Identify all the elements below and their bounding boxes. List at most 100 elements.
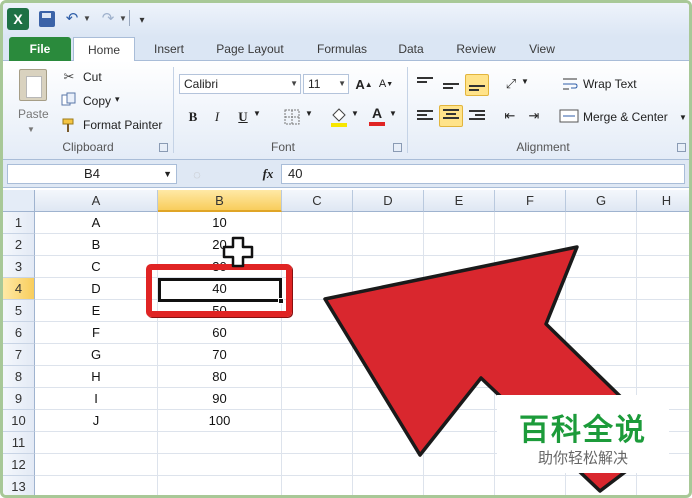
cell-g8[interactable] [566, 366, 637, 388]
cell-b12[interactable] [158, 454, 282, 476]
italic-button[interactable]: I [207, 107, 227, 127]
cell-e11[interactable] [424, 432, 495, 454]
cell-g1[interactable] [566, 212, 637, 234]
cell-b8[interactable]: 80 [158, 366, 282, 388]
row-header-6[interactable]: 6 [3, 322, 35, 344]
alignment-launcher-icon[interactable] [677, 143, 686, 152]
cell-f4[interactable] [495, 278, 566, 300]
cell-f7[interactable] [495, 344, 566, 366]
font-launcher-icon[interactable] [393, 143, 402, 152]
column-header-d[interactable]: D [353, 190, 424, 212]
cell-a13[interactable] [35, 476, 158, 495]
cell-c3[interactable] [282, 256, 353, 278]
column-header-e[interactable]: E [424, 190, 495, 212]
grow-font-icon[interactable]: A ▲ [355, 75, 373, 93]
cell-f13[interactable] [495, 476, 566, 495]
cell-b1[interactable]: 10 [158, 212, 282, 234]
row-header-11[interactable]: 11 [3, 432, 35, 454]
cell-b2[interactable]: 20 [158, 234, 282, 256]
cell-a7[interactable]: G [35, 344, 158, 366]
cell-a10[interactable]: J [35, 410, 158, 432]
cell-h5[interactable] [637, 300, 689, 322]
cell-a12[interactable] [35, 454, 158, 476]
cell-e2[interactable] [424, 234, 495, 256]
row-header-3[interactable]: 3 [3, 256, 35, 278]
cell-a8[interactable]: H [35, 366, 158, 388]
cell-a5[interactable]: E [35, 300, 158, 322]
cell-g3[interactable] [566, 256, 637, 278]
cell-f8[interactable] [495, 366, 566, 388]
cell-g13[interactable] [566, 476, 637, 495]
row-header-4[interactable]: 4 [3, 278, 35, 300]
undo-icon[interactable]: ↶ [63, 8, 81, 28]
undo-dropdown-icon[interactable]: ▼ [83, 8, 91, 28]
cell-c6[interactable] [282, 322, 353, 344]
format-painter-button[interactable]: Format Painter [83, 118, 162, 132]
cell-c12[interactable] [282, 454, 353, 476]
cell-e9[interactable] [424, 388, 495, 410]
row-header-7[interactable]: 7 [3, 344, 35, 366]
cell-c2[interactable] [282, 234, 353, 256]
orientation-dropdown-icon[interactable]: ▼ [521, 77, 529, 86]
cell-a1[interactable]: A [35, 212, 158, 234]
cell-c7[interactable] [282, 344, 353, 366]
cell-e13[interactable] [424, 476, 495, 495]
tab-insert[interactable]: Insert [141, 37, 197, 61]
row-header-10[interactable]: 10 [3, 410, 35, 432]
borders-icon[interactable] [283, 108, 301, 126]
tab-home[interactable]: Home [73, 37, 135, 62]
cell-f5[interactable] [495, 300, 566, 322]
merge-dropdown-icon[interactable]: ▼ [679, 113, 687, 122]
tab-data[interactable]: Data [387, 37, 435, 61]
select-all-corner[interactable] [3, 190, 35, 212]
cell-b13[interactable] [158, 476, 282, 495]
tab-review[interactable]: Review [445, 37, 507, 61]
align-bottom-button[interactable] [465, 74, 489, 96]
cell-b10[interactable]: 100 [158, 410, 282, 432]
cut-button[interactable]: Cut [83, 70, 102, 84]
customize-qa-icon[interactable]: ▾ [137, 10, 147, 30]
paste-icon[interactable] [19, 69, 47, 101]
cell-f2[interactable] [495, 234, 566, 256]
cell-e12[interactable] [424, 454, 495, 476]
shrink-font-icon[interactable]: A ▼ [377, 75, 395, 93]
cell-c11[interactable] [282, 432, 353, 454]
cell-e3[interactable] [424, 256, 495, 278]
row-header-2[interactable]: 2 [3, 234, 35, 256]
fill-color-icon[interactable] [329, 105, 349, 127]
cell-f3[interactable] [495, 256, 566, 278]
cell-h13[interactable] [637, 476, 689, 495]
cell-c10[interactable] [282, 410, 353, 432]
cell-d13[interactable] [353, 476, 424, 495]
cell-h4[interactable] [637, 278, 689, 300]
fill-dropdown-icon[interactable]: ▼ [351, 109, 359, 118]
borders-dropdown-icon[interactable]: ▼ [305, 109, 313, 118]
cell-a9[interactable]: I [35, 388, 158, 410]
tab-formulas[interactable]: Formulas [305, 37, 379, 61]
cell-d1[interactable] [353, 212, 424, 234]
cell-e1[interactable] [424, 212, 495, 234]
align-top-icon[interactable] [417, 77, 433, 91]
wrap-text-button[interactable]: Wrap Text [583, 77, 637, 91]
column-header-g[interactable]: G [566, 190, 637, 212]
cell-d9[interactable] [353, 388, 424, 410]
formula-input[interactable]: 40 [281, 164, 685, 184]
clipboard-launcher-icon[interactable] [159, 143, 168, 152]
cell-d8[interactable] [353, 366, 424, 388]
cell-h1[interactable] [637, 212, 689, 234]
save-icon[interactable] [39, 11, 55, 27]
cell-h6[interactable] [637, 322, 689, 344]
cell-g7[interactable] [566, 344, 637, 366]
copy-button[interactable]: Copy [83, 94, 111, 108]
column-header-c[interactable]: C [282, 190, 353, 212]
cell-d7[interactable] [353, 344, 424, 366]
cell-d11[interactable] [353, 432, 424, 454]
tab-page-layout[interactable]: Page Layout [203, 37, 297, 61]
row-header-1[interactable]: 1 [3, 212, 35, 234]
font-color-dropdown-icon[interactable]: ▼ [389, 109, 397, 118]
cell-d10[interactable] [353, 410, 424, 432]
cell-h8[interactable] [637, 366, 689, 388]
align-center-button[interactable] [439, 105, 463, 127]
underline-dropdown-icon[interactable]: ▼ [253, 109, 261, 118]
tab-view[interactable]: View [517, 37, 567, 61]
